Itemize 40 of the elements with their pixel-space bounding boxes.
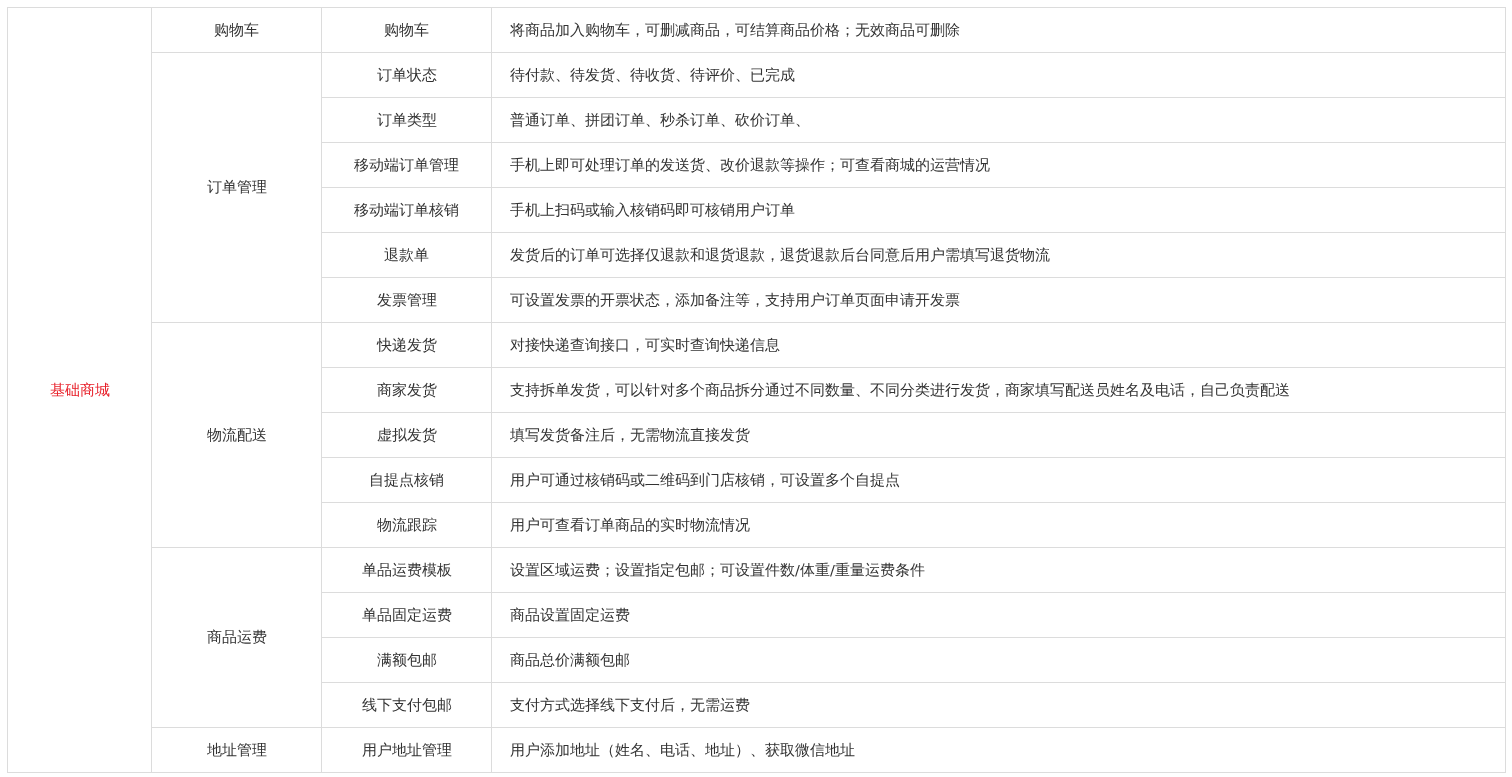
table-cell: 可设置发票的开票状态，添加备注等，支持用户订单页面申请开发票	[491, 277, 1506, 323]
table-cell: 用户可查看订单商品的实时物流情况	[491, 502, 1506, 548]
table-cell: 用户可通过核销码或二维码到门店核销，可设置多个自提点	[491, 457, 1506, 503]
table-cell: 购物车	[321, 7, 492, 53]
table-cell: 移动端订单管理	[321, 142, 492, 188]
table-cell: 对接快递查询接口，可实时查询快递信息	[491, 322, 1506, 368]
table-cell: 购物车	[151, 7, 322, 53]
table-cell: 满额包邮	[321, 637, 492, 683]
table-cell: 移动端订单核销	[321, 187, 492, 233]
table-cell: 设置区域运费；设置指定包邮；可设置件数/体重/重量运费条件	[491, 547, 1506, 593]
table-cell: 发票管理	[321, 277, 492, 323]
table-cell: 支持拆单发货，可以针对多个商品拆分通过不同数量、不同分类进行发货，商家填写配送员姓名及电话，自己负责配送	[491, 367, 1506, 413]
table-cell: 订单管理	[151, 52, 322, 323]
table-cell: 用户添加地址（姓名、电话、地址）、获取微信地址	[491, 727, 1506, 773]
table-cell: 退款单	[321, 232, 492, 278]
table-cell: 商品运费	[151, 547, 322, 728]
table-cell: 物流跟踪	[321, 502, 492, 548]
table-cell: 用户地址管理	[321, 727, 492, 773]
table-cell: 物流配送	[151, 322, 322, 548]
table-cell: 将商品加入购物车，可删减商品，可结算商品价格；无效商品可删除	[491, 7, 1506, 53]
table-cell: 手机上即可处理订单的发送货、改价退款等操作；可查看商城的运营情况	[491, 142, 1506, 188]
table-cell: 待付款、待发货、待收货、待评价、已完成	[491, 52, 1506, 98]
table-cell: 订单类型	[321, 97, 492, 143]
table-cell: 基础商城	[7, 7, 152, 773]
table-cell: 商家发货	[321, 367, 492, 413]
table-cell: 商品总价满额包邮	[491, 637, 1506, 683]
table-cell: 手机上扫码或输入核销码即可核销用户订单	[491, 187, 1506, 233]
table-cell: 订单状态	[321, 52, 492, 98]
table-cell: 发货后的订单可选择仅退款和退货退款，退货退款后台同意后用户需填写退货物流	[491, 232, 1506, 278]
table-cell: 商品设置固定运费	[491, 592, 1506, 638]
table-cell: 自提点核销	[321, 457, 492, 503]
table-cell: 单品运费模板	[321, 547, 492, 593]
table-cell: 地址管理	[151, 727, 322, 773]
table-cell: 虚拟发货	[321, 412, 492, 458]
table-cell: 普通订单、拼团订单、秒杀订单、砍价订单、	[491, 97, 1506, 143]
table-cell: 填写发货备注后，无需物流直接发货	[491, 412, 1506, 458]
table-cell: 快递发货	[321, 322, 492, 368]
table-cell: 支付方式选择线下支付后，无需运费	[491, 682, 1506, 728]
table-cell: 单品固定运费	[321, 592, 492, 638]
table-cell: 线下支付包邮	[321, 682, 492, 728]
